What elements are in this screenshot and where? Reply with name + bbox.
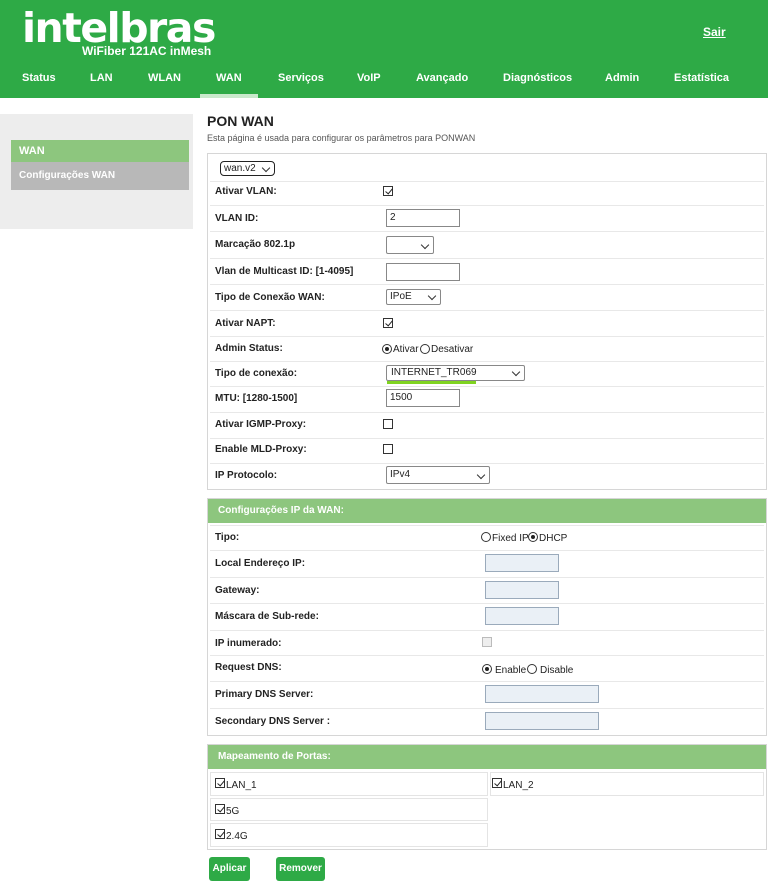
port-cell-5g [210, 798, 488, 821]
gateway-input[interactable] [485, 581, 559, 599]
nav-admin[interactable]: Admin [605, 72, 639, 84]
igmp-proxy-checkbox[interactable] [383, 419, 393, 429]
port-lan2-checkbox[interactable] [492, 778, 502, 788]
device-model: WiFiber 121AC inMesh [82, 44, 212, 58]
label-marcacao: Marcação 802.1p [215, 239, 296, 250]
chevron-down-icon [476, 470, 486, 480]
port-24g-label: 2.4G [226, 831, 248, 842]
label-multicast: Vlan de Multicast ID: [1-4095] [215, 266, 354, 277]
nav-wan[interactable]: WAN [216, 72, 242, 84]
ip-config-heading: Configurações IP da WAN: [208, 499, 766, 523]
nav-voip[interactable]: VoIP [357, 72, 381, 84]
label-mask: Máscara de Sub-rede: [215, 611, 319, 622]
ip-protocolo-select[interactable]: IPv4 [386, 466, 490, 484]
sidebar-item-configuracoes-wan[interactable]: Configurações WAN [11, 162, 189, 190]
label-vlan-id: VLAN ID: [215, 213, 259, 224]
local-ip-input[interactable] [485, 554, 559, 572]
multicast-vlan-input[interactable] [386, 263, 460, 281]
top-header: intelbras WiFiber 121AC inMesh Sair Stat… [0, 0, 768, 98]
page-title: PON WAN [207, 113, 274, 129]
ip-config-panel: Configurações IP da WAN: Tipo: Fixed IP … [207, 498, 767, 736]
port-5g-checkbox[interactable] [215, 804, 225, 814]
mld-proxy-checkbox[interactable] [383, 444, 393, 454]
label-mld: Enable MLD-Proxy: [215, 444, 307, 455]
admin-desativar-label: Desativar [431, 344, 474, 355]
chevron-down-icon [420, 240, 430, 250]
nav-lan[interactable]: LAN [90, 72, 113, 84]
label-secondary-dns: Secondary DNS Server : [215, 716, 331, 727]
vlan-id-input[interactable]: 2 [386, 209, 460, 227]
ip-unnumbered-checkbox[interactable] [482, 637, 492, 647]
dns-enable-label: Enable [495, 665, 527, 676]
port-24g-checkbox[interactable] [215, 829, 225, 839]
dhcp-label: DHCP [539, 533, 568, 544]
label-mtu: MTU: [1280-1500] [215, 393, 298, 404]
dns-disable-label: Disable [540, 665, 574, 676]
port-lan1-checkbox[interactable] [215, 778, 225, 788]
admin-ativar-label: Ativar [393, 344, 419, 355]
nav-avancado[interactable]: Avançado [416, 72, 468, 84]
wan-settings-panel: wan.v2 Ativar VLAN: VLAN ID: 2 Marcação … [207, 153, 767, 490]
label-local-ip: Local Endereço IP: [215, 558, 306, 569]
fixed-ip-label: Fixed IP [492, 533, 529, 544]
admin-ativar-radio[interactable] [382, 344, 392, 354]
nav-status[interactable]: Status [22, 72, 56, 84]
napt-checkbox[interactable] [383, 318, 393, 328]
label-tipo: Tipo: [215, 532, 240, 543]
active-nav-indicator [200, 94, 258, 98]
apply-button[interactable]: Aplicar [209, 857, 250, 881]
nav-estatistica[interactable]: Estatística [674, 72, 729, 84]
subnet-mask-input[interactable] [485, 607, 559, 625]
dns-disable-radio[interactable] [527, 664, 537, 674]
tipo-conexao-select[interactable]: INTERNET_TR069 [386, 365, 525, 381]
logout-link[interactable]: Sair [703, 25, 726, 39]
nav-wlan[interactable]: WLAN [148, 72, 181, 84]
vlan-checkbox[interactable] [383, 186, 393, 196]
nav-diagnosticos[interactable]: Diagnósticos [503, 72, 572, 84]
port-mapping-panel: Mapeamento de Portas: LAN_1 LAN_2 5G 2.4… [207, 744, 767, 850]
wan-connection-select[interactable]: wan.v2 [220, 161, 275, 176]
label-request-dns: Request DNS: [215, 662, 282, 673]
main-nav: Status LAN WLAN WAN Serviços VoIP Avança… [0, 64, 768, 98]
label-primary-dns: Primary DNS Server: [215, 689, 314, 700]
label-napt: Ativar NAPT: [215, 318, 276, 329]
focus-highlight [387, 381, 476, 384]
dns-enable-radio[interactable] [482, 664, 492, 674]
mtu-input[interactable]: 1500 [386, 389, 460, 407]
label-tipo-conexao: Tipo de conexão: [215, 368, 298, 379]
port-lan2-label: LAN_2 [503, 780, 534, 791]
nav-servicos[interactable]: Serviços [278, 72, 324, 84]
label-ativar-vlan: Ativar VLAN: [215, 186, 277, 197]
port-lan1-label: LAN_1 [226, 780, 257, 791]
page-description: Esta página é usada para configurar os p… [207, 133, 476, 143]
primary-dns-input[interactable] [485, 685, 599, 703]
label-ip-unnumbered: IP inumerado: [215, 638, 282, 649]
admin-desativar-radio[interactable] [420, 344, 430, 354]
chevron-down-icon [261, 163, 271, 173]
port-mapping-heading: Mapeamento de Portas: [208, 745, 766, 769]
remove-button[interactable]: Remover [276, 857, 325, 881]
sidebar-heading: WAN [11, 140, 189, 162]
label-conn-type: Tipo de Conexão WAN: [215, 292, 325, 303]
label-ip-protocolo: IP Protocolo: [215, 470, 278, 481]
label-igmp: Ativar IGMP-Proxy: [215, 419, 307, 430]
sidebar: WAN Configurações WAN [0, 114, 193, 229]
wan-conn-type-select[interactable]: IPoE [386, 289, 441, 305]
port-cell-24g [210, 823, 488, 847]
marcacao-8021p-select[interactable] [386, 236, 434, 254]
fixed-ip-radio[interactable] [481, 532, 491, 542]
label-gateway: Gateway: [215, 585, 260, 596]
dhcp-radio[interactable] [528, 532, 538, 542]
chevron-down-icon [511, 367, 521, 377]
chevron-down-icon [427, 291, 437, 301]
secondary-dns-input[interactable] [485, 712, 599, 730]
label-admin-status: Admin Status: [215, 343, 283, 354]
port-5g-label: 5G [226, 806, 240, 817]
